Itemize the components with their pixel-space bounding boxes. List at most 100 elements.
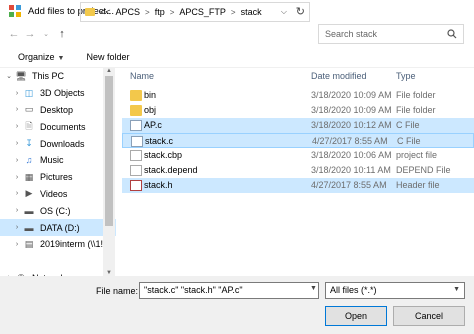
file-name: stack.h xyxy=(144,180,173,190)
pc-icon: 🖥 xyxy=(15,70,27,81)
file-type-value: All files (*.*) xyxy=(330,285,377,295)
nav-item[interactable]: › ▬ DATA (D:) xyxy=(0,219,116,236)
file-row[interactable]: AP.c 3/18/2020 10:12 AM C File xyxy=(122,118,474,133)
file-icon xyxy=(130,150,142,161)
expanded-chevron-icon[interactable]: ⌄ xyxy=(4,72,14,80)
file-name: obj xyxy=(144,105,157,115)
navigation-scrollbar[interactable]: ▲ ▼ xyxy=(103,68,115,276)
file-type: C File xyxy=(397,136,421,146)
file-row[interactable]: bin 3/18/2020 10:09 AM File folder xyxy=(122,88,474,103)
file-name: bin xyxy=(144,90,157,100)
nav-item[interactable]: › ▶ Videos xyxy=(0,186,116,203)
open-button[interactable]: Open xyxy=(325,306,387,326)
nav-item-label: 3D Objects xyxy=(40,88,85,99)
download-icon: ↧ xyxy=(25,138,33,149)
file-row[interactable]: stack.c 4/27/2017 8:55 AM C File xyxy=(122,133,474,148)
file-row[interactable]: stack.cbp 3/18/2020 10:06 AM project file xyxy=(122,148,474,163)
nav-item[interactable]: › ↧ Downloads xyxy=(0,135,116,152)
nav-item-label: Documents xyxy=(40,121,86,132)
recent-locations-chevron-icon[interactable]: ⌄ xyxy=(38,25,54,43)
forward-arrow-icon[interactable]: → xyxy=(22,25,38,43)
c-file-icon xyxy=(130,120,142,131)
folder-icon xyxy=(130,105,142,116)
breadcrumb-ftp[interactable]: ftp xyxy=(155,7,165,17)
file-list: Name Date modified Type bin 3/18/2020 10:… xyxy=(118,68,474,276)
file-name: stack.depend xyxy=(144,165,198,175)
column-name[interactable]: Name xyxy=(130,71,154,81)
cancel-button[interactable]: Cancel xyxy=(393,306,465,326)
back-arrow-icon[interactable]: ← xyxy=(6,25,22,43)
network-drive-icon: ▤ xyxy=(24,238,34,249)
file-name: stack.c xyxy=(145,136,174,146)
column-headers: Name Date modified Type xyxy=(118,68,474,84)
address-dropdown-icon[interactable]: ⌵ xyxy=(281,7,287,17)
collapsed-chevron-icon[interactable]: › xyxy=(12,123,22,130)
up-arrow-icon[interactable]: ↑ xyxy=(54,25,70,43)
videos-icon: ▶ xyxy=(25,188,33,199)
nav-item[interactable]: › ◫ 3D Objects xyxy=(0,85,116,102)
nav-item[interactable]: › ▤ 2019interm (\\1! xyxy=(0,236,116,253)
scroll-up-icon[interactable]: ▲ xyxy=(103,68,115,74)
refresh-icon[interactable]: ↻ xyxy=(296,5,305,18)
file-date-modified: 3/18/2020 10:12 AM xyxy=(311,120,392,130)
drive-icon: ▬ xyxy=(24,222,34,233)
file-type-select[interactable]: All files (*.*) ▼ xyxy=(325,282,465,299)
collapsed-chevron-icon[interactable]: › xyxy=(12,241,22,248)
nav-item-label: OS (C:) xyxy=(40,205,71,216)
desktop-icon: ▭ xyxy=(24,104,34,115)
file-date-modified: 3/18/2020 10:09 AM xyxy=(311,90,392,100)
organize-button[interactable]: Organize ▼ xyxy=(18,52,64,62)
file-date-modified: 3/18/2020 10:11 AM xyxy=(311,165,391,175)
breadcrumb-overflow[interactable]: << xyxy=(100,7,111,17)
collapsed-chevron-icon[interactable]: › xyxy=(12,207,22,214)
cube-icon: ◫ xyxy=(24,87,34,98)
file-date-modified: 4/27/2017 8:55 AM xyxy=(312,136,388,146)
nav-item[interactable]: › ▭ Desktop xyxy=(0,102,116,119)
file-date-modified: 4/27/2017 8:55 AM xyxy=(311,180,387,190)
breadcrumb-stack[interactable]: stack xyxy=(241,7,262,17)
file-row[interactable]: stack.h 4/27/2017 8:55 AM Header file xyxy=(122,178,474,193)
nav-item[interactable]: › ▬ OS (C:) xyxy=(0,202,116,219)
nav-item[interactable]: › 🗎 Documents xyxy=(0,118,116,135)
file-type: project file xyxy=(396,150,438,160)
column-type[interactable]: Type xyxy=(396,71,416,81)
folder-icon xyxy=(85,8,95,16)
nav-item[interactable]: ⌄ 🖥 This PC xyxy=(0,68,116,85)
search-input[interactable]: Search stack xyxy=(318,24,464,44)
file-name: AP.c xyxy=(144,120,162,130)
collapsed-chevron-icon[interactable]: › xyxy=(12,174,22,181)
collapsed-chevron-icon[interactable]: › xyxy=(12,140,22,147)
nav-item[interactable]: › ▦ Pictures xyxy=(0,169,116,186)
file-type: Header file xyxy=(396,180,440,190)
new-folder-button[interactable]: New folder xyxy=(86,52,129,62)
file-type: DEPEND File xyxy=(396,165,451,175)
collapsed-chevron-icon[interactable]: › xyxy=(12,106,22,113)
collapsed-chevron-icon[interactable]: › xyxy=(12,157,22,164)
breadcrumb-separator: > xyxy=(145,7,150,17)
caret-down-icon: ▼ xyxy=(57,54,65,62)
file-icon xyxy=(130,165,142,176)
organize-label: Organize xyxy=(18,51,55,62)
collapsed-chevron-icon[interactable]: › xyxy=(12,90,22,97)
navigation-pane: ⌄ 🖥 This PC › ◫ 3D Objects › ▭ Desktop › 🗎 Document… xyxy=(0,68,116,276)
file-name-dropdown-icon[interactable]: ▼ xyxy=(310,285,317,292)
nav-item[interactable]: › ♫ Music xyxy=(0,152,116,169)
file-type: File folder xyxy=(396,90,436,100)
collapsed-chevron-icon[interactable]: › xyxy=(12,224,22,231)
breadcrumb-apcs[interactable]: APCS xyxy=(116,7,141,17)
codeblocks-app-icon xyxy=(8,4,22,18)
file-date-modified: 3/18/2020 10:06 AM xyxy=(311,150,392,160)
c-file-icon xyxy=(131,136,143,147)
search-icon xyxy=(447,29,457,39)
nav-item-label: Music xyxy=(40,155,64,166)
nav-item-label: This PC xyxy=(32,71,65,82)
breadcrumb-apcs-ftp[interactable]: APCS_FTP xyxy=(179,7,226,17)
column-date-modified[interactable]: Date modified xyxy=(311,71,367,81)
scrollbar-thumb[interactable] xyxy=(105,76,113,226)
address-bar[interactable]: << APCS > ftp > APCS_FTP > stack ⌵ ↻ xyxy=(80,2,310,22)
file-name-input[interactable]: "stack.c" "stack.h" "AP.c" xyxy=(139,282,319,299)
collapsed-chevron-icon[interactable]: › xyxy=(12,190,22,197)
file-row[interactable]: obj 3/18/2020 10:09 AM File folder xyxy=(122,103,474,118)
file-row[interactable]: stack.depend 3/18/2020 10:11 AM DEPEND Fil… xyxy=(122,163,474,178)
